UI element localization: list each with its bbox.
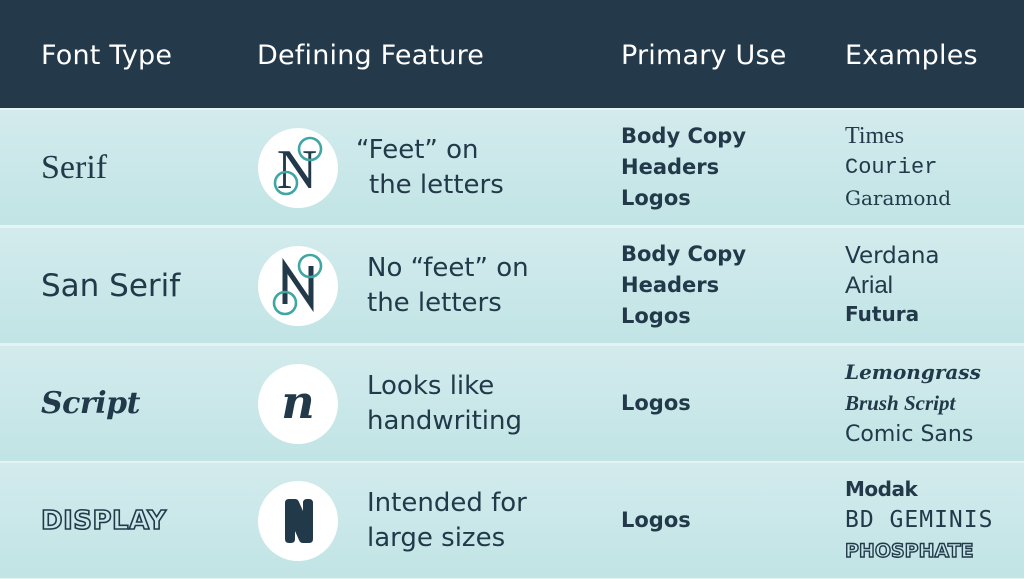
examples-list: Lemongrass Brush Script Comic Sans — [845, 346, 981, 461]
font-types-table: Font Type Defining Feature Primary Use E… — [0, 0, 1024, 579]
feature-line: Intended for — [367, 487, 527, 518]
example-courier: Courier — [845, 155, 938, 180]
primary-use-item: Logos — [621, 508, 691, 532]
script-n-icon: n — [258, 364, 338, 444]
primary-use-item: Body Copy — [621, 124, 747, 148]
primary-use-list: Body Copy Headers Logos — [621, 228, 746, 343]
serif-n-icon: N — [258, 128, 338, 208]
table-row-serif: Serif N “Feet” on the letters Body Copy … — [0, 110, 1024, 225]
header-examples: Examples — [845, 40, 978, 71]
primary-use-item: Logos — [621, 391, 691, 415]
font-type-label: Serif — [41, 148, 108, 186]
feature-line: large sizes — [367, 522, 506, 553]
defining-feature: “Feet” on the letters — [356, 110, 504, 225]
example-futura: Futura — [845, 302, 920, 326]
examples-list: Times Courier Garamond — [845, 110, 951, 225]
primary-use-item: Logos — [621, 304, 691, 328]
feature-line: “Feet” on — [356, 134, 479, 165]
example-brush-script: Brush Script — [845, 391, 956, 415]
primary-use-item: Headers — [621, 273, 720, 297]
primary-use-list: Logos — [621, 346, 691, 461]
example-arial: Arial — [845, 272, 894, 299]
header-primary-use: Primary Use — [621, 40, 787, 71]
defining-feature: No “feet” on the letters — [367, 228, 529, 343]
examples-list: Verdana Arial Futura — [845, 228, 940, 343]
font-type-label: DISPLAY — [40, 505, 167, 537]
feature-line: the letters — [369, 169, 504, 200]
primary-use-item: Logos — [621, 186, 691, 210]
table-row-display: DISPLAY Intended for large sizes Logos M… — [0, 463, 1024, 578]
feature-line: handwriting — [367, 405, 522, 436]
font-type-label: San Serif — [41, 267, 181, 304]
feature-line: No “feet” on — [367, 252, 529, 283]
examples-list: Modak BD GEMINIS PHOSPHATE — [844, 463, 994, 578]
feature-line: the letters — [367, 287, 502, 318]
primary-use-item: Body Copy — [621, 242, 747, 266]
primary-use-list: Logos — [621, 463, 691, 578]
display-n-icon — [258, 481, 338, 561]
svg-text:N: N — [277, 139, 317, 201]
example-times: Times — [845, 123, 905, 149]
sans-serif-n-icon — [258, 246, 338, 326]
example-lemongrass: Lemongrass — [845, 360, 981, 384]
svg-text:n: n — [281, 375, 314, 429]
header-defining-feature: Defining Feature — [257, 40, 485, 71]
defining-feature: Intended for large sizes — [367, 463, 527, 578]
example-verdana: Verdana — [845, 243, 940, 269]
table-row-script: Script n Looks like handwriting Logos Le… — [0, 346, 1024, 461]
primary-use-item: Headers — [621, 155, 720, 179]
feature-line: Looks like — [367, 370, 495, 401]
example-garamond: Garamond — [845, 186, 952, 210]
example-comic-sans: Comic Sans — [845, 422, 974, 447]
header-font-type: Font Type — [41, 40, 173, 71]
example-bd-geminis: BD GEMINIS — [845, 507, 994, 533]
font-type-label: Script — [41, 386, 140, 421]
example-phosphate: PHOSPHATE — [844, 539, 974, 562]
table-row-sans-serif: San Serif No “feet” on the letters Body … — [0, 228, 1024, 343]
defining-feature: Looks like handwriting — [367, 346, 522, 461]
example-modak: Modak — [845, 477, 918, 501]
primary-use-list: Body Copy Headers Logos — [621, 110, 746, 225]
table-header: Font Type Defining Feature Primary Use E… — [0, 0, 1024, 108]
